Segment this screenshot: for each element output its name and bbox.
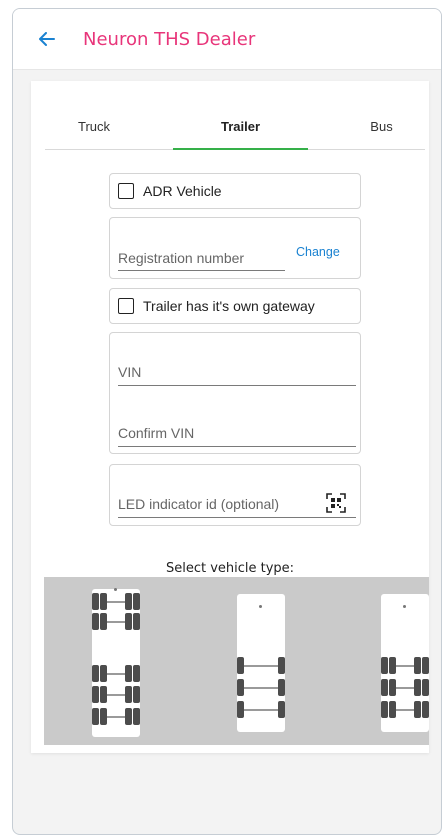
axle — [106, 601, 126, 603]
wheel — [133, 613, 140, 630]
adr-vehicle-checkbox[interactable] — [118, 183, 134, 199]
vehicle-front-marker — [114, 588, 117, 591]
tab-trailer-label: Trailer — [220, 118, 261, 134]
wheel — [100, 613, 107, 630]
wheel — [389, 657, 396, 674]
wheel — [100, 686, 107, 703]
axle — [106, 621, 126, 623]
registration-input[interactable]: Registration number — [118, 250, 244, 266]
device-frame: Neuron THS Dealer Truck Trailer Bus ADR … — [12, 8, 442, 835]
tab-trailer[interactable]: Trailer — [173, 103, 308, 150]
wheel — [389, 701, 396, 718]
wheel — [92, 613, 99, 630]
wheel — [133, 593, 140, 610]
wheel — [381, 679, 388, 696]
change-link[interactable]: Change — [296, 245, 340, 259]
wheel — [389, 679, 396, 696]
adr-vehicle-label: ADR Vehicle — [143, 183, 222, 199]
gateway-label: Trailer has it's own gateway — [143, 298, 315, 314]
wheel — [100, 593, 107, 610]
vin-underline — [118, 385, 356, 386]
qr-scan-icon[interactable] — [326, 493, 346, 513]
vin-group: VIN Confirm VIN — [109, 332, 361, 454]
wheel — [278, 657, 285, 674]
registration-group: Registration number Change — [109, 217, 361, 279]
active-tab-indicator — [173, 148, 308, 150]
app-title: Neuron THS Dealer — [83, 28, 256, 50]
confirm-vin-input[interactable]: Confirm VIN — [118, 425, 194, 441]
registration-underline — [118, 270, 285, 271]
axle — [395, 709, 415, 711]
wheel — [422, 701, 429, 718]
vin-input[interactable]: VIN — [118, 364, 141, 380]
wheel — [100, 708, 107, 725]
vehicle-type-single-3-axle[interactable] — [237, 594, 285, 732]
axle — [243, 687, 279, 689]
axle — [106, 694, 126, 696]
vehicle-type-dual-3-axle[interactable] — [381, 594, 429, 732]
gateway-option: Trailer has it's own gateway — [109, 288, 361, 324]
select-vehicle-type-label: Select vehicle type: — [165, 561, 295, 576]
wheel — [422, 657, 429, 674]
led-group: LED indicator id (optional) — [109, 464, 361, 526]
wheel — [237, 679, 244, 696]
tab-bus-label: Bus — [370, 118, 393, 134]
axle — [106, 716, 126, 718]
wheel — [414, 657, 421, 674]
wheel — [92, 665, 99, 682]
axle — [243, 709, 279, 711]
axle — [243, 665, 279, 667]
wheel — [125, 686, 132, 703]
wheel — [414, 701, 421, 718]
adr-vehicle-option: ADR Vehicle — [109, 173, 361, 209]
wheel — [237, 657, 244, 674]
vehicle-form-card: Truck Trailer Bus ADR Vehicle Registrati… — [31, 81, 429, 753]
wheel — [414, 679, 421, 696]
wheel — [381, 657, 388, 674]
gateway-checkbox-row[interactable]: Trailer has it's own gateway — [110, 289, 360, 323]
wheel — [133, 665, 140, 682]
tab-bus[interactable]: Bus — [308, 103, 425, 149]
wheel — [422, 679, 429, 696]
gateway-checkbox[interactable] — [118, 298, 134, 314]
wheel — [92, 686, 99, 703]
wheel — [92, 593, 99, 610]
vehicle-type-dual-5-axle[interactable] — [92, 588, 140, 737]
wheel — [133, 686, 140, 703]
axle — [395, 687, 415, 689]
adr-vehicle-checkbox-row[interactable]: ADR Vehicle — [110, 174, 360, 208]
led-indicator-input[interactable]: LED indicator id (optional) — [118, 496, 279, 512]
tab-truck[interactable]: Truck — [45, 103, 173, 149]
wheel — [125, 665, 132, 682]
wheel — [125, 708, 132, 725]
vehicle-front-marker — [259, 605, 262, 608]
vehicle-type-carousel[interactable] — [44, 577, 429, 745]
vehicle-tabs: Truck Trailer Bus — [45, 103, 425, 150]
app-bar: Neuron THS Dealer — [13, 9, 441, 70]
back-arrow-icon[interactable] — [33, 25, 61, 53]
axle — [106, 673, 126, 675]
wheel — [381, 701, 388, 718]
led-underline — [118, 517, 356, 518]
wheel — [278, 679, 285, 696]
wheel — [278, 701, 285, 718]
wheel — [125, 593, 132, 610]
wheel — [125, 613, 132, 630]
tab-truck-label: Truck — [77, 118, 111, 134]
vehicle-front-marker — [403, 605, 406, 608]
wheel — [100, 665, 107, 682]
confirm-vin-underline — [118, 446, 356, 447]
wheel — [237, 701, 244, 718]
axle — [395, 665, 415, 667]
wheel — [92, 708, 99, 725]
wheel — [133, 708, 140, 725]
